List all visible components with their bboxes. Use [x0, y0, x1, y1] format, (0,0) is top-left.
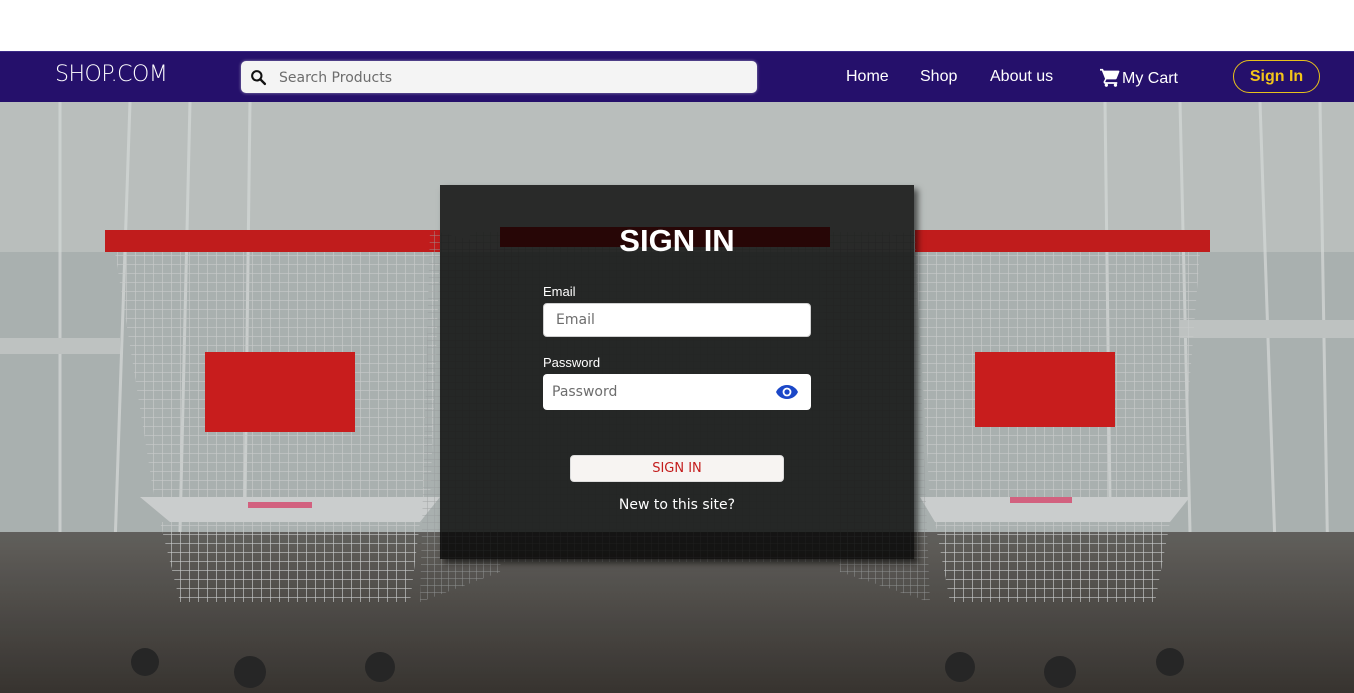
search-input[interactable]	[277, 64, 741, 92]
top-whitespace	[0, 0, 1354, 51]
navbar: SHOP.COM Home Shop About us My Cart Sign…	[0, 51, 1354, 102]
new-user-link[interactable]: New to this site?	[440, 496, 914, 514]
nav-about-link[interactable]: About us	[990, 67, 1053, 87]
password-field[interactable]	[543, 375, 769, 409]
cart-label: My Cart	[1122, 70, 1178, 87]
cart-icon	[1100, 68, 1120, 87]
email-label: Email	[543, 284, 576, 299]
password-field-wrapper	[543, 374, 811, 410]
signin-card: SIGN IN Email Password SIGN IN New to th…	[440, 185, 914, 559]
nav-shop-link[interactable]: Shop	[920, 67, 957, 87]
password-label: Password	[543, 355, 601, 370]
eye-icon[interactable]	[775, 383, 799, 401]
email-field[interactable]	[543, 303, 811, 337]
signin-submit-button[interactable]: SIGN IN	[570, 455, 784, 482]
nav-home-link[interactable]: Home	[846, 67, 889, 87]
signin-nav-button[interactable]: Sign In	[1233, 60, 1320, 93]
site-logo[interactable]: SHOP.COM	[55, 62, 168, 88]
signin-title: SIGN IN	[619, 223, 735, 258]
search-bar	[241, 61, 757, 93]
search-icon[interactable]	[250, 69, 267, 86]
nav-cart-link[interactable]: My Cart	[1099, 67, 1178, 89]
